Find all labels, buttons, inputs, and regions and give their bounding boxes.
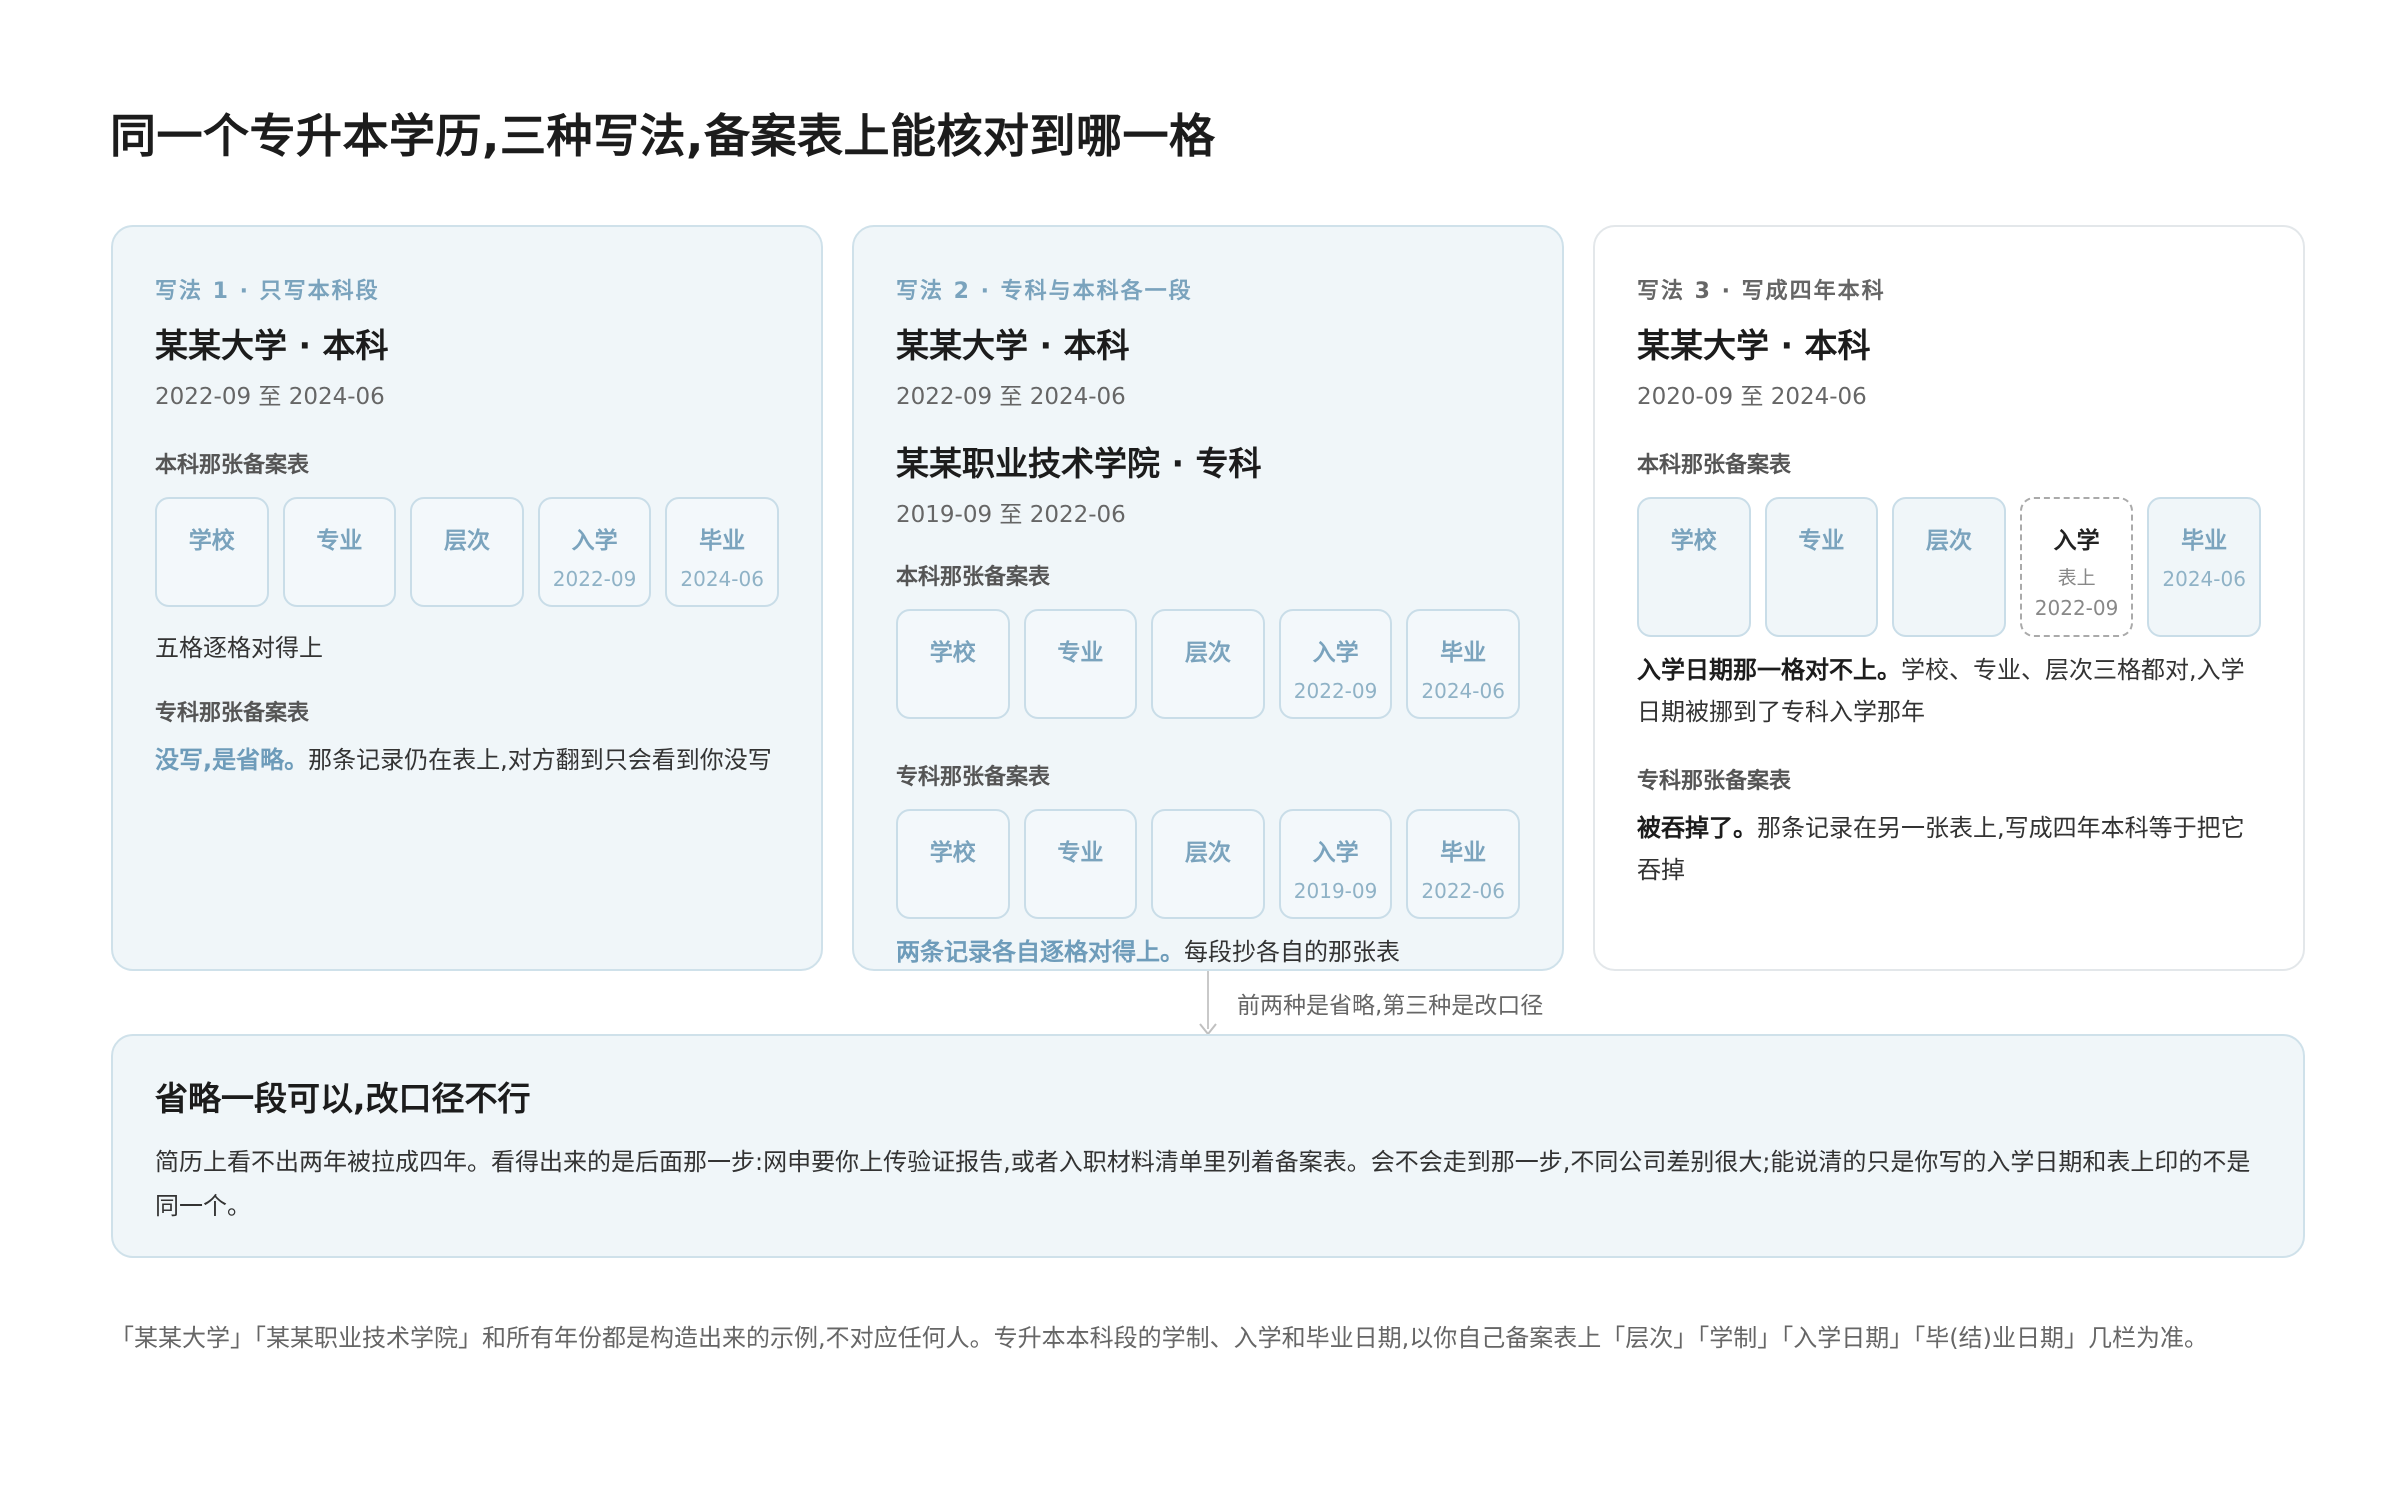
table-label: 本科那张备案表 <box>896 565 1051 590</box>
school-name: 某某大学 · 本科 <box>155 326 389 365</box>
table-label: 专科那张备案表 <box>1637 769 1792 794</box>
summary-box: 省略一段可以,改口径不行 简历上看不出两年被拉成四年。看得出来的是后面那一步:网… <box>111 1034 2305 1258</box>
note-emphasis: 被吞掉了。 <box>1637 814 1757 842</box>
table-note: 没写,是省略。那条记录仍在表上,对方翻到只会看到你没写 <box>155 739 779 781</box>
cell-name: 层次 <box>443 528 490 554</box>
table-label: 本科那张备案表 <box>155 453 310 478</box>
school-name: 某某职业技术学院 · 专科 <box>896 444 1262 483</box>
table-note: 入学日期那一格对不上。学校、专业、层次三格都对,入学日期被挪到了专科入学那年 <box>1637 649 2261 733</box>
cell-date: 2022-06 <box>1421 879 1505 903</box>
cell-enroll: 入学 2022-09 <box>537 497 652 607</box>
cell-name: 层次 <box>1184 640 1231 666</box>
cell-name: 入学 <box>2053 528 2100 554</box>
cell-date: 2024-06 <box>2162 567 2246 591</box>
table-label: 本科那张备案表 <box>1637 453 1792 478</box>
cell-name: 入学 <box>1312 840 1359 866</box>
table-note: 五格逐格对得上 <box>155 634 323 662</box>
school-name: 某某大学 · 本科 <box>1637 326 1871 365</box>
cell-graduate: 毕业 2024-06 <box>665 497 779 607</box>
cell-name: 层次 <box>1925 528 1972 554</box>
cell-graduate: 毕业 2022-06 <box>1406 809 1520 919</box>
cell-name: 毕业 <box>1440 840 1487 866</box>
school-dates: 2022-09 至 2024-06 <box>155 384 385 410</box>
table-label: 专科那张备案表 <box>896 765 1051 790</box>
note-emphasis: 入学日期那一格对不上。 <box>1637 656 1901 684</box>
cell-level: 层次 <box>1892 497 2006 637</box>
cell-school: 学校 <box>896 609 1010 719</box>
table-note: 被吞掉了。那条记录在另一张表上,写成四年本科等于把它吞掉 <box>1637 807 2261 891</box>
cell-name: 层次 <box>1184 840 1231 866</box>
cell-school: 学校 <box>1637 497 1751 637</box>
cell-school: 学校 <box>155 497 269 607</box>
cell-date: 2022-09 <box>1293 679 1378 703</box>
note-emphasis: 两条记录各自逐格对得上。 <box>896 938 1184 966</box>
cell-major: 专业 <box>1023 809 1138 919</box>
cell-date: 2022-09 <box>2034 596 2119 620</box>
summary-title: 省略一段可以,改口径不行 <box>155 1079 531 1118</box>
cell-graduate: 毕业 2024-06 <box>2147 497 2261 637</box>
cell-date: 2024-06 <box>1421 679 1505 703</box>
cell-date: 2024-06 <box>680 567 764 591</box>
cell-name: 入学 <box>1312 640 1359 666</box>
cell-name: 专业 <box>1057 840 1104 866</box>
cell-name: 毕业 <box>699 528 746 554</box>
record-cells: 学校 专业 层次 入学 2019-09 毕业 2022-06 <box>896 809 1520 919</box>
card-write-method-3: 写法 3 · 写成四年本科 某某大学 · 本科 2020-09 至 2024-0… <box>1593 225 2305 971</box>
cell-level: 层次 <box>410 497 524 607</box>
cell-name: 毕业 <box>2181 528 2228 554</box>
cell-graduate: 毕业 2024-06 <box>1406 609 1520 719</box>
cell-date: 2022-09 <box>552 567 637 591</box>
cell-enroll: 入学 2022-09 <box>1278 609 1393 719</box>
record-cells: 学校 专业 层次 入学 表上 2022-09 毕业 2024-06 <box>1637 497 2261 637</box>
cell-level: 层次 <box>1151 609 1265 719</box>
summary-body: 简历上看不出两年被拉成四年。看得出来的是后面那一步:网申要你上传验证报告,或者入… <box>155 1148 2251 1220</box>
cell-major: 专业 <box>282 497 397 607</box>
connector-label: 前两种是省略,第三种是改口径 <box>1237 993 1544 1019</box>
school-dates: 2022-09 至 2024-06 <box>896 384 1126 410</box>
school-name: 某某大学 · 本科 <box>896 326 1130 365</box>
note-emphasis: 没写,是省略。 <box>155 746 309 774</box>
cell-enroll-mismatch: 入学 表上 2022-09 <box>2019 497 2134 637</box>
cell-level: 层次 <box>1151 809 1265 919</box>
cell-name: 专业 <box>1798 528 1845 554</box>
card-write-method-2: 写法 2 · 专科与本科各一段 某某大学 · 本科 2022-09 至 2024… <box>852 225 1564 971</box>
card-kicker: 写法 1 · 只写本科段 <box>155 279 380 304</box>
cell-name: 毕业 <box>1440 640 1487 666</box>
cell-name: 专业 <box>1057 640 1104 666</box>
note-text: 那条记录仍在表上,对方翻到只会看到你没写 <box>308 746 772 774</box>
record-cells: 学校 专业 层次 入学 2022-09 毕业 2024-06 <box>896 609 1520 719</box>
cell-enroll: 入学 2019-09 <box>1278 809 1393 919</box>
cell-name: 学校 <box>929 840 976 866</box>
cell-name: 学校 <box>188 528 235 554</box>
note-text: 每段抄各自的那张表 <box>1184 938 1400 966</box>
cell-note: 表上 <box>2057 567 2096 589</box>
cell-name: 专业 <box>316 528 363 554</box>
cell-date: 2019-09 <box>1293 879 1378 903</box>
footnote: 「某某大学」「某某职业技术学院」和所有年份都是构造出来的示例,不对应任何人。专升… <box>110 1324 2208 1352</box>
card-kicker: 写法 3 · 写成四年本科 <box>1637 279 1886 304</box>
cell-name: 入学 <box>571 528 618 554</box>
cell-major: 专业 <box>1023 609 1138 719</box>
card-kicker: 写法 2 · 专科与本科各一段 <box>896 279 1193 304</box>
table-note: 两条记录各自逐格对得上。每段抄各自的那张表 <box>896 931 1520 973</box>
school-dates: 2020-09 至 2024-06 <box>1637 384 1867 410</box>
table-label: 专科那张备案表 <box>155 701 310 726</box>
cell-name: 学校 <box>1670 528 1717 554</box>
record-cells: 学校 专业 层次 入学 2022-09 毕业 2024-06 <box>155 497 779 607</box>
card-write-method-1: 写法 1 · 只写本科段 某某大学 · 本科 2022-09 至 2024-06… <box>111 225 823 971</box>
cell-school: 学校 <box>896 809 1010 919</box>
school-dates: 2019-09 至 2022-06 <box>896 502 1126 528</box>
page-title: 同一个专升本学历,三种写法,备案表上能核对到哪一格 <box>110 109 1216 163</box>
cell-major: 专业 <box>1764 497 1879 637</box>
cell-name: 学校 <box>929 640 976 666</box>
